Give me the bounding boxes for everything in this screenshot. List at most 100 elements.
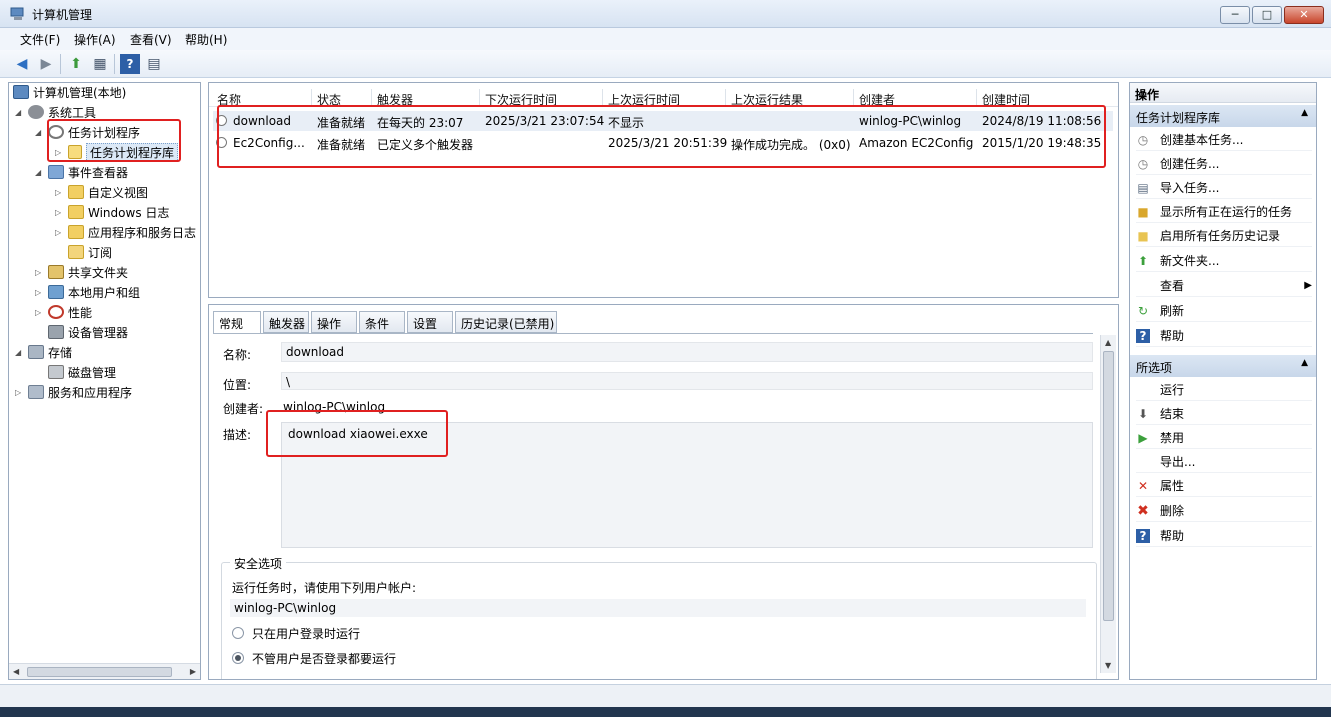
tree-item-system-tools[interactable]: ◢ 系统工具 (15, 103, 96, 121)
collapse-arrow-icon[interactable]: ▷ (55, 148, 65, 157)
tab-history[interactable]: 历史记录(已禁用) (455, 311, 557, 333)
collapse-arrow-icon[interactable]: ▷ (55, 228, 65, 237)
up-level-icon[interactable]: ⬆ (66, 54, 86, 74)
action-refresh[interactable]: ↻ 刷新 (1136, 300, 1312, 322)
action-enable-history[interactable]: ■ 启用所有任务历史记录 (1136, 225, 1312, 247)
action-end[interactable]: ⬇ 结束 (1136, 403, 1312, 425)
collapse-arrow-icon[interactable]: ▷ (15, 388, 25, 397)
tree-item-event-viewer[interactable]: ◢ 事件查看器 (35, 163, 128, 181)
collapse-arrow-icon[interactable]: ▷ (55, 208, 65, 217)
action-create-basic-task[interactable]: ◷ 创建基本任务... (1136, 129, 1312, 151)
tree-item-local-users[interactable]: ▷ 本地用户和组 (35, 283, 140, 301)
location-field[interactable]: \ (281, 372, 1093, 390)
tree-horizontal-scrollbar[interactable]: ◀ ▶ (9, 663, 200, 679)
column-next-run[interactable]: 下次运行时间 (485, 91, 557, 108)
menu-view[interactable]: 查看(V) (130, 31, 172, 48)
tree-item-performance[interactable]: ▷ 性能 (35, 303, 92, 321)
tab-triggers[interactable]: 触发器 (263, 311, 309, 333)
tab-settings[interactable]: 设置 (407, 311, 453, 333)
tree-item-device-manager[interactable]: 设备管理器 (48, 323, 128, 341)
expand-arrow-icon[interactable]: ◢ (15, 348, 25, 357)
help-icon[interactable]: ? (120, 54, 140, 74)
expand-arrow-icon[interactable]: ◢ (35, 128, 45, 137)
cell-status: 准备就绪 (317, 116, 366, 130)
column-last-run[interactable]: 上次运行时间 (608, 91, 680, 108)
minimize-button[interactable]: ─ (1220, 6, 1250, 24)
menu-action[interactable]: 操作(A) (74, 31, 116, 48)
action-import-task[interactable]: ▤ 导入任务... (1136, 177, 1312, 199)
action-create-task[interactable]: ◷ 创建任务... (1136, 153, 1312, 175)
scroll-down-icon[interactable]: ▼ (1105, 661, 1111, 670)
tree-item-windows-logs[interactable]: ▷ Windows 日志 (55, 203, 169, 221)
name-field[interactable]: download (281, 342, 1093, 362)
menu-help[interactable]: 帮助(H) (185, 31, 227, 48)
scroll-thumb[interactable] (1103, 351, 1114, 621)
show-hide-tree-icon[interactable]: ▦ (90, 54, 110, 74)
blank-icon (1136, 455, 1150, 469)
close-button[interactable]: ✕ (1284, 6, 1324, 24)
scroll-left-icon[interactable]: ◀ (13, 667, 19, 676)
collapse-arrow-icon[interactable]: ▷ (35, 268, 45, 277)
action-run[interactable]: 运行 (1136, 379, 1312, 401)
expand-arrow-icon[interactable]: ◢ (15, 108, 25, 117)
collapse-caret-icon[interactable]: ▲ (1301, 108, 1308, 118)
tree-item-storage[interactable]: ◢ 存储 (15, 343, 72, 361)
column-name[interactable]: 名称 (217, 91, 241, 108)
tree-item-root[interactable]: 计算机管理(本地) (13, 83, 126, 101)
forward-arrow-icon[interactable]: ▶ (36, 54, 56, 74)
tree-item-services-apps[interactable]: ▷ 服务和应用程序 (15, 383, 132, 401)
scroll-up-icon[interactable]: ▲ (1105, 338, 1111, 347)
cell-author: winlog-PC\winlog (859, 114, 962, 128)
table-row-ec2config[interactable]: Ec2Config... 准备就绪 已定义多个触发器 2025/3/21 20:… (213, 133, 1113, 153)
section-selected-item[interactable]: 所选项 ▲ (1130, 355, 1316, 377)
radio-run-logged-on[interactable] (232, 627, 244, 639)
tree-item-task-scheduler[interactable]: ◢ 任务计划程序 (35, 123, 140, 141)
tree-item-app-service-logs[interactable]: ▷ 应用程序和服务日志 (55, 223, 196, 241)
section-selected-item-label: 所选项 (1136, 361, 1173, 375)
users-icon (48, 285, 64, 299)
column-trigger[interactable]: 触发器 (377, 91, 413, 108)
radio-run-whether-logged-on[interactable] (232, 652, 244, 664)
action-delete[interactable]: ✖ 删除 (1136, 500, 1312, 522)
tree-item-custom-views[interactable]: ▷ 自定义视图 (55, 183, 148, 201)
tab-actions[interactable]: 操作 (311, 311, 357, 333)
section-task-library[interactable]: 任务计划程序库 ▲ (1130, 105, 1316, 127)
radio-run-logged-on-label[interactable]: 只在用户登录时运行 (252, 625, 360, 642)
tree-item-shared-folders[interactable]: ▷ 共享文件夹 (35, 263, 128, 281)
tree-item-subscriptions[interactable]: 订阅 (68, 243, 112, 261)
back-arrow-icon[interactable]: ◀ (12, 54, 32, 74)
table-row-download[interactable]: download 准备就绪 在每天的 23:07 2025/3/21 23:07… (213, 111, 1113, 131)
column-author[interactable]: 创建者 (859, 91, 895, 108)
security-options-group: 安全选项 运行任务时，请使用下列用户帐户: winlog-PC\winlog 只… (221, 555, 1097, 679)
expand-arrow-icon[interactable]: ◢ (35, 168, 45, 177)
action-help-selected[interactable]: ? 帮助 (1136, 525, 1312, 547)
tree-item-task-scheduler-library[interactable]: ▷ 任务计划程序库 (55, 142, 179, 162)
maximize-button[interactable]: □ (1252, 6, 1282, 24)
column-status[interactable]: 状态 (317, 91, 341, 108)
collapse-arrow-icon[interactable]: ▷ (35, 288, 45, 297)
collapse-arrow-icon[interactable]: ▷ (35, 308, 45, 317)
menu-file[interactable]: 文件(F) (20, 31, 60, 48)
action-view[interactable]: 查看 ▶ (1136, 275, 1312, 297)
collapse-caret-icon[interactable]: ▲ (1301, 358, 1308, 368)
action-show-running[interactable]: ■ 显示所有正在运行的任务 (1136, 201, 1312, 223)
action-export[interactable]: 导出... (1136, 451, 1312, 473)
collapse-arrow-icon[interactable]: ▷ (55, 188, 65, 197)
radio-run-whether-logged-on-label[interactable]: 不管用户是否登录都要运行 (252, 650, 396, 667)
description-field[interactable]: download xiaowei.exxe (281, 422, 1093, 548)
tab-general[interactable]: 常规 (213, 311, 261, 334)
scroll-right-icon[interactable]: ▶ (190, 667, 196, 676)
action-disable[interactable]: ▶ 禁用 (1136, 427, 1312, 449)
blank-icon (1136, 383, 1150, 397)
scroll-thumb[interactable] (27, 667, 172, 677)
column-last-result[interactable]: 上次运行结果 (731, 91, 803, 108)
tree-item-disk-management[interactable]: 磁盘管理 (48, 363, 116, 381)
show-action-pane-icon[interactable]: ▤ (144, 54, 164, 74)
action-properties[interactable]: ✕ 属性 (1136, 475, 1312, 497)
column-created[interactable]: 创建时间 (982, 91, 1030, 108)
details-vertical-scrollbar[interactable]: ▲ ▼ (1100, 335, 1116, 673)
action-help[interactable]: ? 帮助 (1136, 325, 1312, 347)
action-new-folder[interactable]: ⬆ 新文件夹... (1136, 250, 1312, 272)
tab-conditions[interactable]: 条件 (359, 311, 405, 333)
action-label: 帮助 (1160, 329, 1185, 343)
